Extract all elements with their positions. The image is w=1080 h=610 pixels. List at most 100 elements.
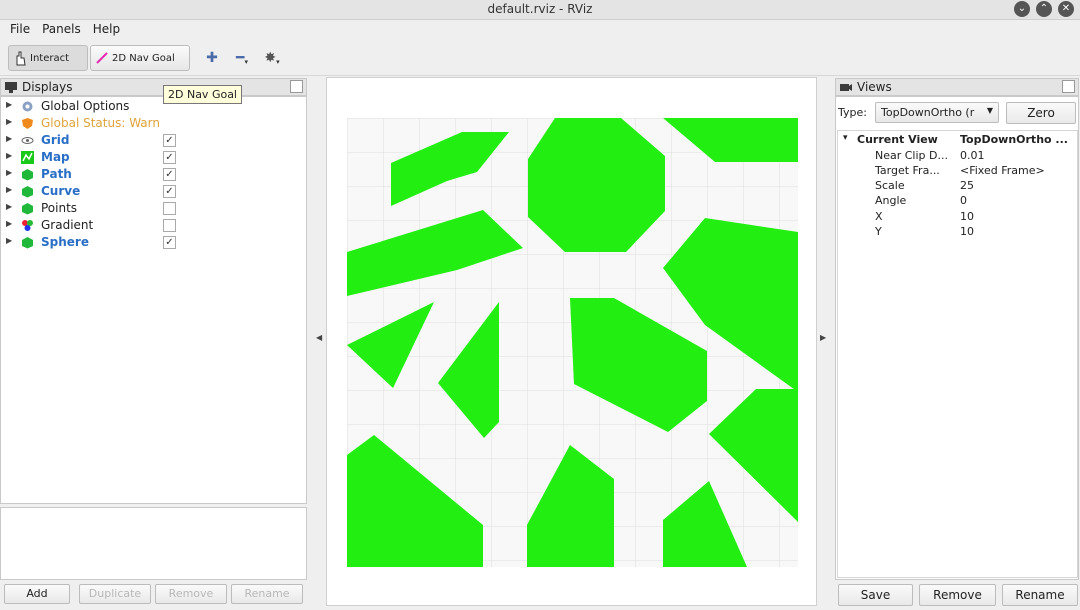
move-camera-icon[interactable]: ✚ [202, 50, 222, 68]
pink-arrow-icon [96, 52, 108, 64]
display-description-area [0, 507, 307, 580]
display-checkbox[interactable]: ✓ [163, 185, 176, 198]
views-header: Views [835, 78, 1079, 96]
display-item-map[interactable]: ▶ Map ✓ [1, 149, 305, 166]
display-checkbox[interactable]: ✓ [163, 134, 176, 147]
chevron-down-icon: ▼ [986, 106, 993, 115]
view-type-select[interactable]: TopDownOrtho (r ▼ [875, 102, 999, 123]
displays-header: Displays [0, 78, 307, 96]
property-row[interactable]: Scale 25 [838, 178, 1078, 194]
save-view-button[interactable]: Save [838, 584, 913, 606]
zero-button[interactable]: Zero [1006, 102, 1076, 124]
display-item-global-options[interactable]: ▶ Global Options [1, 98, 305, 115]
displays-title: Displays [22, 80, 73, 94]
views-title: Views [857, 80, 892, 94]
collapse-arrow-icon[interactable]: ▾ [843, 133, 848, 143]
expand-arrow-icon[interactable]: ▶ [6, 134, 12, 143]
expand-arrow-icon[interactable]: ▶ [6, 202, 12, 211]
expand-arrow-icon[interactable]: ▶ [6, 185, 12, 194]
property-key: Scale [875, 179, 905, 192]
tooltip: 2D Nav Goal [163, 85, 242, 104]
property-row[interactable]: Near Clip D... 0.01 [838, 148, 1078, 164]
display-label: Map [41, 150, 70, 164]
display-checkbox[interactable]: ✓ [163, 168, 176, 181]
rename-view-button[interactable]: Rename [1002, 584, 1078, 606]
property-key: Target Fra... [875, 164, 940, 177]
monitor-icon [5, 82, 17, 93]
minimize-icon[interactable]: ⌄ [1014, 1, 1030, 17]
select-tool-icon[interactable]: ━▾ [232, 50, 252, 68]
expand-arrow-icon[interactable]: ▶ [6, 151, 12, 160]
property-row[interactable]: Y 10 [838, 224, 1078, 240]
expand-arrow-icon[interactable]: ▶ [6, 100, 12, 109]
occupancy-map [347, 118, 798, 567]
interact-button[interactable]: Interact [8, 45, 88, 71]
cube-icon [22, 237, 33, 249]
display-item-points[interactable]: ▶ Points [1, 200, 305, 217]
remove-view-button[interactable]: Remove [919, 584, 996, 606]
render-viewport[interactable] [326, 77, 817, 606]
menu-file[interactable]: File [4, 20, 36, 40]
display-label: Gradient [41, 218, 94, 232]
expand-arrow-icon[interactable]: ▶ [6, 117, 12, 126]
display-label: Curve [41, 184, 81, 198]
display-label: Sphere [41, 235, 89, 249]
view-type-value: TopDownOrtho (r [881, 106, 975, 119]
interact-label: Interact [30, 52, 70, 64]
display-checkbox[interactable] [163, 219, 176, 232]
display-checkbox[interactable] [163, 202, 176, 215]
collapse-left-icon[interactable]: ◀ [316, 333, 322, 342]
display-label: Points [41, 201, 78, 215]
display-checkbox[interactable]: ✓ [163, 151, 176, 164]
display-item-global-status[interactable]: ▶ Global Status: Warn [1, 115, 305, 132]
remove-display-button[interactable]: Remove [155, 584, 227, 604]
camera-icon [840, 84, 852, 91]
expand-arrow-icon[interactable]: ▶ [6, 236, 12, 245]
rename-display-button[interactable]: Rename [231, 584, 303, 604]
display-item-curve[interactable]: ▶ Curve ✓ [1, 183, 305, 200]
property-key: Y [875, 225, 882, 238]
gear-icon [22, 101, 33, 112]
current-view-label: Current View [857, 133, 938, 146]
menu-help[interactable]: Help [87, 20, 126, 40]
display-checkbox[interactable]: ✓ [163, 236, 176, 249]
toolbar: Interact 2D Nav Goal ✚ ━▾ ✸▾ [0, 40, 1080, 76]
expand-arrow-icon[interactable]: ▶ [6, 219, 12, 228]
float-panel-button[interactable] [1062, 80, 1075, 93]
expand-arrow-icon[interactable]: ▶ [6, 168, 12, 177]
menu-panels[interactable]: Panels [36, 20, 87, 40]
property-row[interactable]: Target Fra... <Fixed Frame> [838, 163, 1078, 179]
display-item-grid[interactable]: ▶ Grid ✓ [1, 132, 305, 149]
display-label: Global Status: Warn [41, 116, 160, 130]
collapse-right-icon[interactable]: ▶ [820, 333, 826, 342]
display-label: Grid [41, 133, 70, 147]
property-value: 10 [960, 210, 974, 223]
property-value: <Fixed Frame> [960, 164, 1045, 177]
warning-shield-icon [22, 118, 33, 129]
property-row[interactable]: Angle 0 [838, 193, 1078, 209]
close-icon[interactable]: ✕ [1058, 1, 1074, 17]
display-item-path[interactable]: ▶ Path ✓ [1, 166, 305, 183]
property-value: 25 [960, 179, 974, 192]
menu-bar: File Panels Help [0, 20, 1080, 40]
add-display-button[interactable]: Add [4, 584, 70, 604]
display-item-sphere[interactable]: ▶ Sphere ✓ [1, 234, 305, 251]
property-value: 0.01 [960, 149, 985, 162]
property-row[interactable]: X 10 [838, 209, 1078, 225]
current-view-row[interactable]: ▾ Current View TopDownOrtho ... [838, 132, 1078, 148]
nav-goal-button[interactable]: 2D Nav Goal [90, 45, 190, 71]
gradient-dots-icon [22, 220, 33, 231]
property-key: Near Clip D... [875, 149, 948, 162]
hand-cursor-icon [16, 51, 26, 66]
display-label: Path [41, 167, 72, 181]
focus-camera-icon[interactable]: ✸▾ [262, 50, 282, 68]
nav-goal-label: 2D Nav Goal [112, 52, 175, 64]
display-item-gradient[interactable]: ▶ Gradient [1, 217, 305, 234]
cube-icon [22, 203, 33, 215]
float-panel-button[interactable] [290, 80, 303, 93]
displays-tree: ▶ Global Options ▶ Global Status: Warn ▶… [0, 96, 307, 504]
duplicate-display-button[interactable]: Duplicate [79, 584, 151, 604]
cube-icon [22, 186, 33, 198]
maximize-icon[interactable]: ⌃ [1036, 1, 1052, 17]
property-value: 0 [960, 194, 967, 207]
